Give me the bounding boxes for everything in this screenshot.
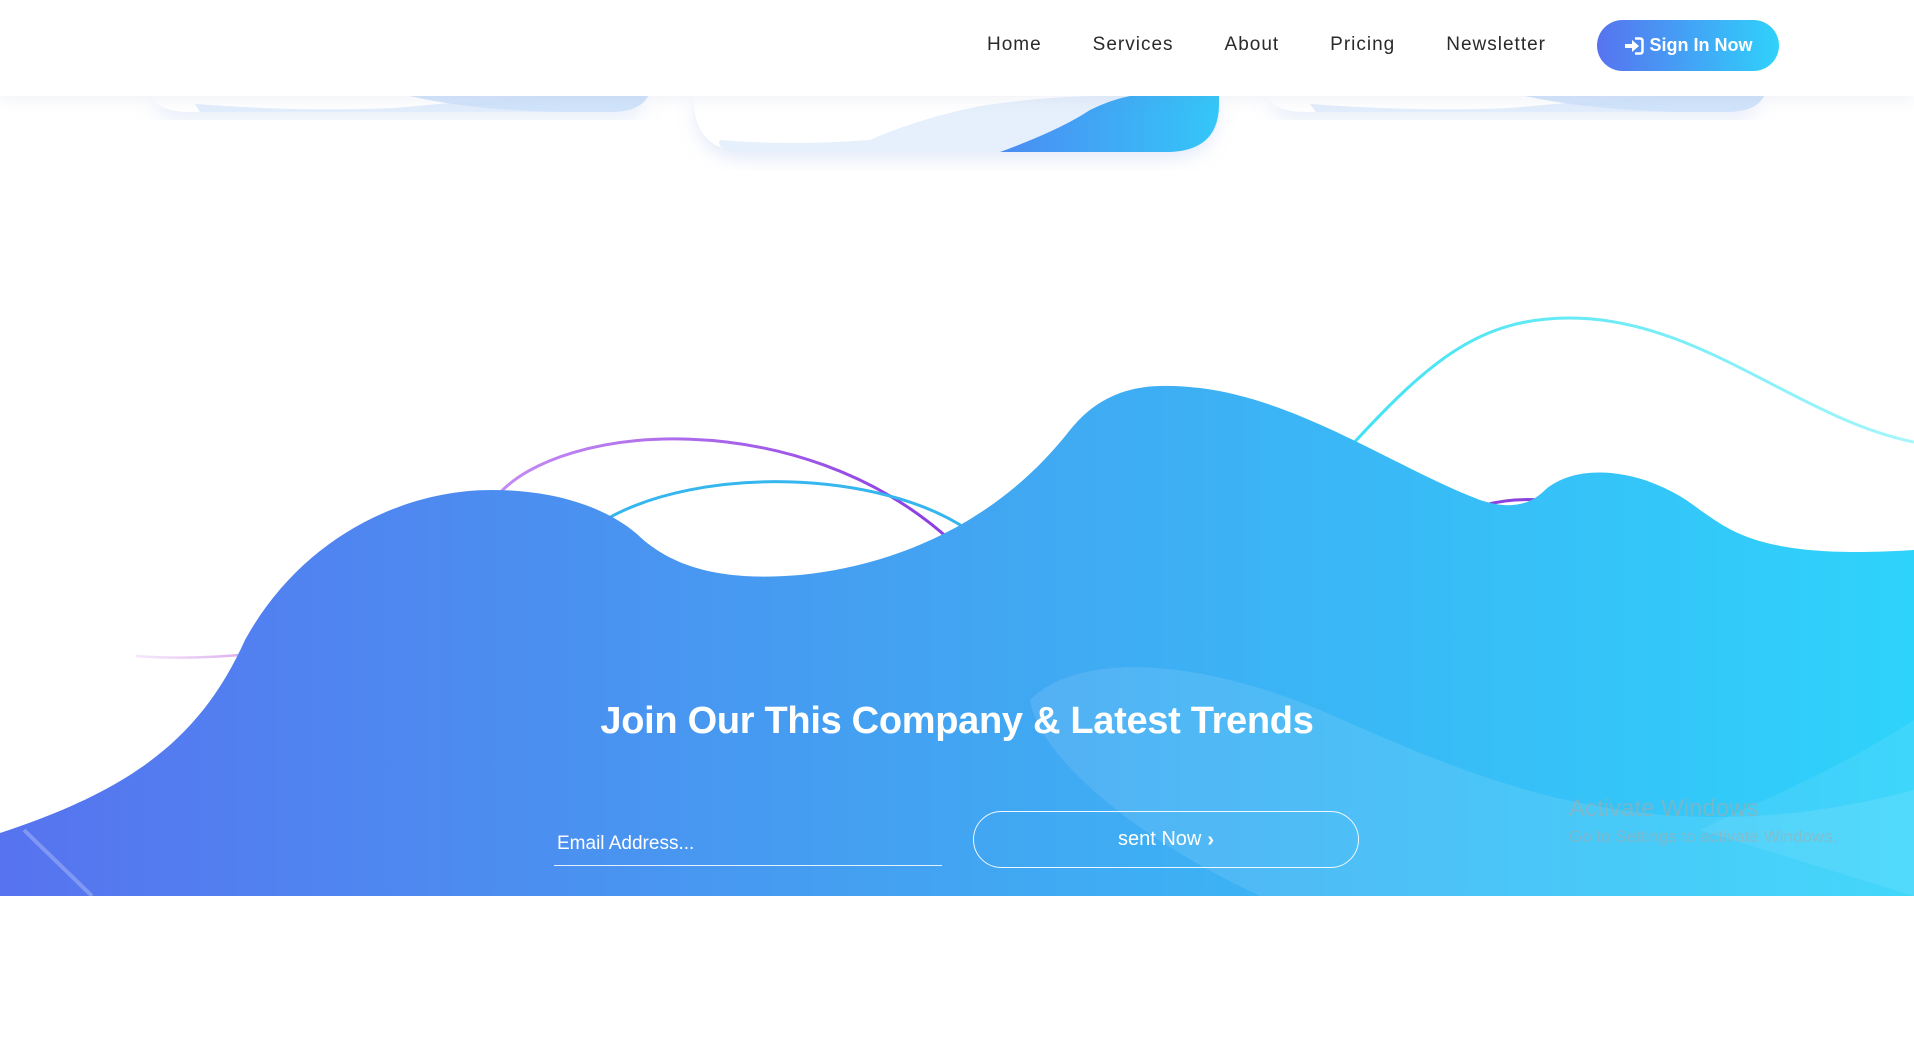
send-now-button[interactable]: sent Now › [973,811,1359,868]
nav-item-about[interactable]: About [1225,34,1280,56]
nav-item-home[interactable]: Home [987,34,1042,56]
email-field[interactable] [554,822,942,866]
decor-arc-cyan [1348,316,1914,449]
sign-in-icon [1624,36,1644,55]
card-center [694,96,1219,152]
send-now-label: sent Now [1117,828,1202,850]
nav-item-services[interactable]: Services [1093,34,1174,56]
newsletter-title: Join Our This Company & Latest Trends [600,700,1314,742]
decor-arc-blue [604,480,969,532]
card-left [150,96,648,112]
sign-in-label: Sign In Now [1649,35,1753,55]
nav-menu: Home Services About Pricing Newsletter [936,0,1546,90]
nav-item-newsletter[interactable]: Newsletter [1446,34,1546,56]
chevron-right-icon: › [1207,828,1215,851]
nav-item-pricing[interactable]: Pricing [1330,34,1395,56]
sign-in-button[interactable]: Sign In Now [1597,20,1779,71]
card-right [1266,96,1764,112]
navbar: Home Services About Pricing Newsletter S… [0,0,1914,96]
page: Home Services About Pricing Newsletter S… [0,0,1914,1042]
decor-line-left [135,652,251,659]
